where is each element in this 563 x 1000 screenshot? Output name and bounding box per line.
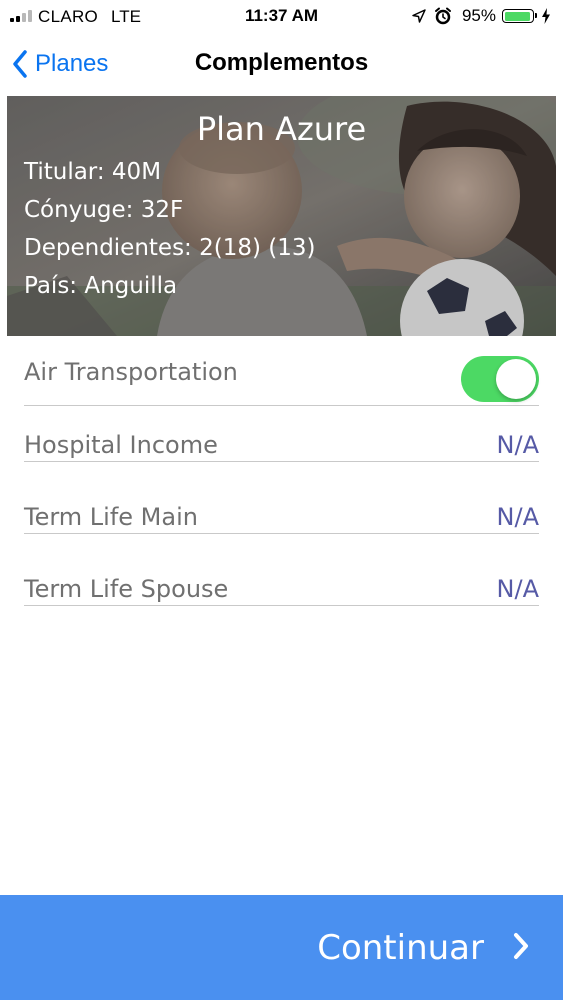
option-label: Air Transportation [24, 358, 238, 386]
option-label: Term Life Spouse [24, 575, 229, 603]
option-value[interactable]: N/A [497, 575, 539, 603]
navigation-bar: Planes Complementos [0, 34, 563, 96]
plan-dependents: Dependientes: 2(18) (13) [24, 235, 316, 261]
back-button[interactable]: Planes [12, 47, 108, 81]
plan-country: País: Anguilla [24, 273, 178, 299]
back-button-label: Planes [35, 50, 109, 77]
battery-level-fill [504, 11, 531, 21]
location-arrow-icon [412, 9, 426, 23]
option-hospital-income[interactable]: Hospital Income N/A [24, 392, 539, 462]
plan-holder: Titular: 40M [24, 159, 162, 185]
status-bar: CLARO LTE 11:37 AM 95% [0, 0, 563, 34]
option-value[interactable]: N/A [497, 431, 539, 459]
charging-bolt-icon [542, 8, 550, 24]
chevron-left-icon [13, 50, 27, 78]
battery-icon [502, 9, 537, 23]
option-label: Hospital Income [24, 431, 218, 459]
continue-button[interactable]: Continuar [0, 895, 563, 1000]
battery-percent: 95% [461, 6, 496, 25]
plan-summary-banner: Plan Azure Titular: 40M Cónyuge: 32F Dep… [7, 96, 556, 336]
option-term-life-spouse[interactable]: Term Life Spouse N/A [24, 536, 539, 606]
alarm-clock-icon [434, 7, 451, 25]
continue-label: Continuar [317, 928, 484, 968]
option-value[interactable]: N/A [497, 503, 539, 531]
chevron-right-icon [514, 933, 528, 959]
plan-name: Plan Azure [196, 110, 367, 148]
option-term-life-main[interactable]: Term Life Main N/A [24, 464, 539, 534]
option-label: Term Life Main [24, 503, 198, 531]
plan-spouse: Cónyuge: 32F [24, 197, 184, 223]
status-indicators: 95% [412, 5, 551, 27]
